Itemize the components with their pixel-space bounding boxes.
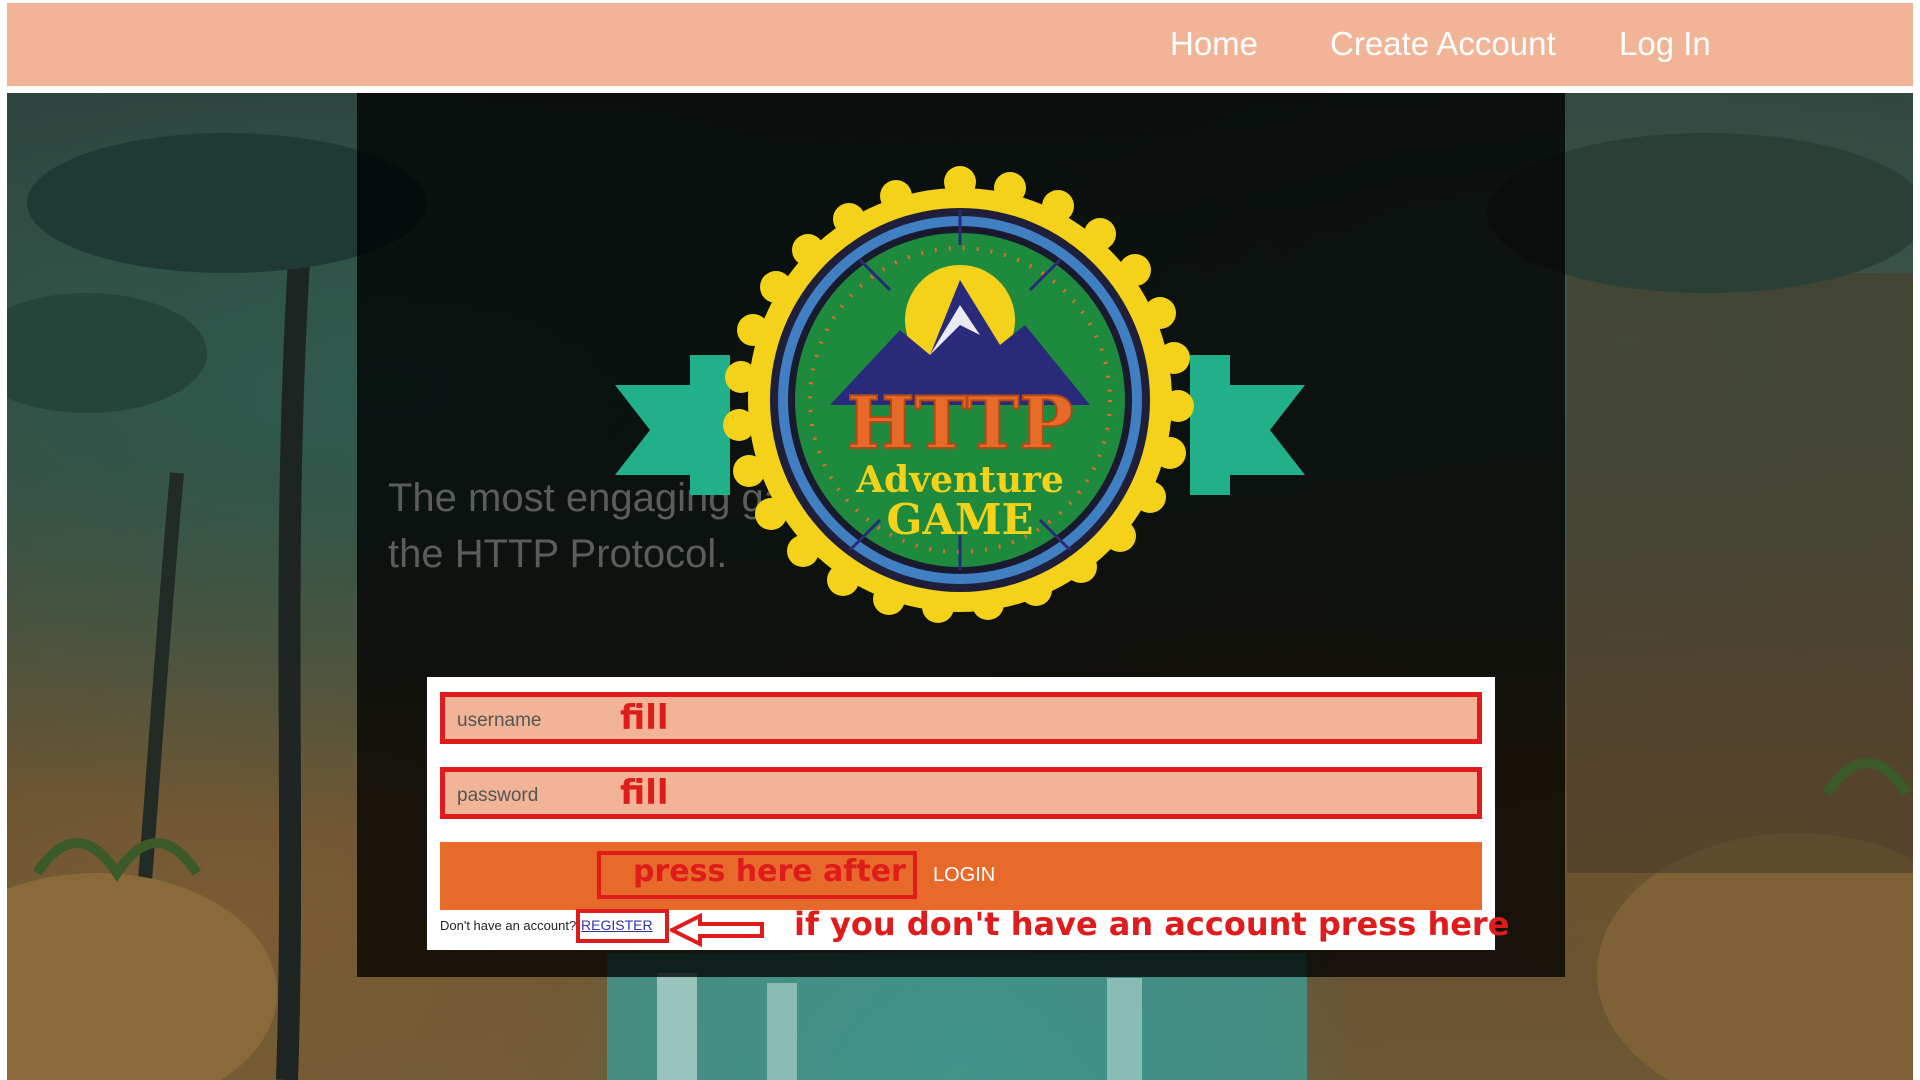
password-input[interactable]: password: [440, 767, 1482, 819]
logo-subtitle-game: GAME: [887, 495, 1034, 544]
logo-ribbon-left: [615, 355, 730, 495]
logo-title-http: HTTP: [847, 380, 1074, 465]
annotation-box-register: [576, 909, 669, 943]
nav-create-account-link[interactable]: Create Account: [1330, 25, 1556, 63]
annotation-register-hint: if you don't have an account press here: [794, 905, 1510, 943]
nav-home-link[interactable]: Home: [1170, 25, 1258, 63]
top-navbar: Home Create Account Log In: [7, 3, 1913, 86]
logo-ribbon-right: [1190, 355, 1305, 495]
no-account-text: Don't have an account?: [440, 918, 577, 933]
password-placeholder: password: [457, 785, 539, 806]
http-adventure-game-logo: HTTP Adventure GAME: [615, 166, 1305, 623]
username-placeholder: username: [457, 710, 542, 731]
annotation-fill-username: fill: [620, 698, 669, 738]
annotation-fill-password: fill: [620, 773, 669, 813]
annotation-arrow-icon: [670, 912, 764, 948]
annotation-press-here-after: press here after: [633, 854, 906, 889]
nav-log-in-link[interactable]: Log In: [1619, 25, 1711, 63]
username-input[interactable]: username: [440, 692, 1482, 744]
login-button-label: LOGIN: [933, 864, 996, 886]
